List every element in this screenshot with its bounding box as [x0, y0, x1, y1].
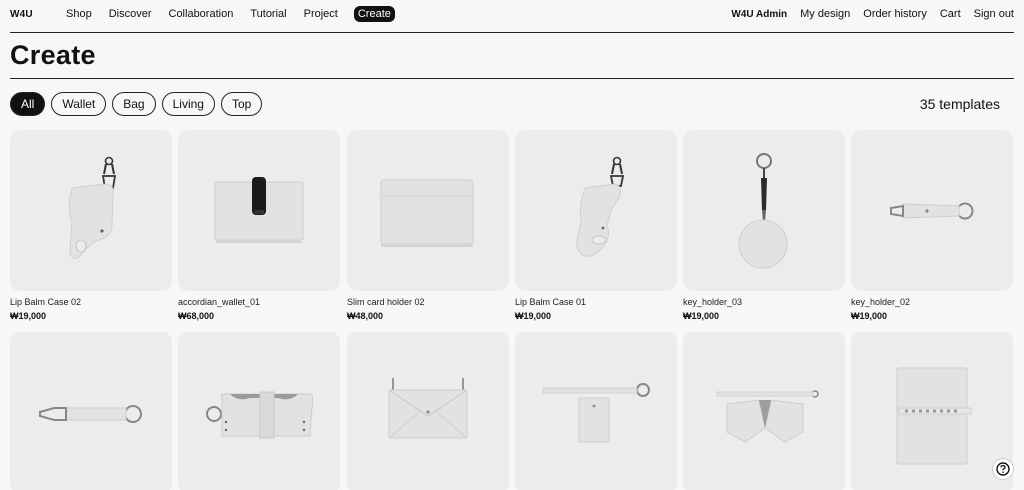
- notebook-cover-icon: [896, 367, 972, 465]
- product-name[interactable]: Lip Balm Case 02: [10, 297, 172, 309]
- top-nav: W4U Shop Discover Collaboration Tutorial…: [0, 0, 1024, 30]
- nav-order-history[interactable]: Order history: [863, 6, 927, 22]
- title-divider: [10, 78, 1014, 79]
- nav-project[interactable]: Project: [304, 6, 338, 22]
- product-thumbnail[interactable]: [347, 332, 509, 490]
- product-name[interactable]: key_holder_02: [851, 297, 1013, 309]
- product-thumbnail[interactable]: [347, 130, 509, 291]
- product-name[interactable]: accordian_wallet_01: [178, 297, 340, 309]
- nav-collaboration[interactable]: Collaboration: [169, 6, 234, 22]
- nav-tutorial[interactable]: Tutorial: [250, 6, 286, 22]
- buckle-case-icon: [206, 391, 314, 439]
- product-price: ₩19,000: [515, 311, 552, 321]
- product-thumbnail[interactable]: [10, 130, 172, 291]
- header-divider: [10, 32, 1014, 33]
- product-thumbnail[interactable]: [515, 332, 677, 490]
- strap-key-holder-icon: [890, 202, 974, 220]
- product-card[interactable]: key_holder_03 ₩19,000: [683, 130, 845, 321]
- product-price: ₩68,000: [178, 311, 215, 321]
- filter-wallet[interactable]: Wallet: [51, 92, 107, 116]
- product-thumbnail[interactable]: [10, 332, 172, 490]
- product-thumbnail[interactable]: [178, 130, 340, 291]
- filter-all[interactable]: All: [10, 92, 46, 116]
- product-price: ₩48,000: [347, 311, 384, 321]
- nav-my-design[interactable]: My design: [800, 6, 850, 22]
- product-card[interactable]: Lip Balm Case 01 ₩19,000: [515, 130, 677, 321]
- nav-admin[interactable]: W4U Admin: [731, 6, 787, 22]
- strap-card-case-icon: [542, 383, 650, 443]
- product-price: ₩19,000: [851, 311, 888, 321]
- product-price: ₩19,000: [683, 311, 720, 321]
- product-card[interactable]: [10, 332, 172, 490]
- nav-create[interactable]: Create: [353, 6, 395, 22]
- template-count: 35 templates: [919, 96, 1000, 112]
- lip-balm-case-icon: [576, 156, 625, 257]
- product-name[interactable]: Lip Balm Case 01: [515, 297, 677, 309]
- product-thumbnail[interactable]: [851, 332, 1013, 490]
- product-card[interactable]: [178, 332, 340, 490]
- nav-cart[interactable]: Cart: [940, 6, 961, 22]
- product-card[interactable]: Lip Balm Case 02 ₩19,000: [10, 130, 172, 321]
- product-name[interactable]: key_holder_03: [683, 297, 845, 309]
- category-filters: All Wallet Bag Living Top: [10, 92, 268, 116]
- help-button[interactable]: [992, 458, 1014, 480]
- brand-logo[interactable]: W4U: [10, 9, 33, 20]
- product-card[interactable]: [515, 332, 677, 490]
- lip-balm-case-icon: [68, 156, 117, 259]
- folded-bag-icon: [716, 390, 819, 443]
- question-circle-icon: [996, 462, 1010, 476]
- accordion-wallet-icon: [214, 177, 304, 243]
- page-title: Create: [10, 40, 96, 70]
- round-key-holder-icon: [738, 153, 788, 269]
- nav-shop[interactable]: Shop: [66, 6, 92, 22]
- envelope-bag-icon: [388, 378, 468, 439]
- nav-discover[interactable]: Discover: [109, 6, 152, 22]
- product-thumbnail[interactable]: [851, 130, 1013, 291]
- product-card[interactable]: key_holder_02 ₩19,000: [851, 130, 1013, 321]
- product-card[interactable]: Slim card holder 02 ₩48,000: [347, 130, 509, 321]
- product-card[interactable]: accordian_wallet_01 ₩68,000: [178, 130, 340, 321]
- filter-top[interactable]: Top: [220, 92, 263, 116]
- nav-sign-out[interactable]: Sign out: [974, 6, 1014, 22]
- product-thumbnail[interactable]: [178, 332, 340, 490]
- product-card[interactable]: [683, 332, 845, 490]
- card-holder-icon: [380, 179, 474, 247]
- main-nav: Shop Discover Collaboration Tutorial Pro…: [66, 6, 412, 22]
- filter-living[interactable]: Living: [161, 92, 215, 116]
- product-thumbnail[interactable]: [683, 332, 845, 490]
- filter-bag[interactable]: Bag: [112, 92, 156, 116]
- product-card[interactable]: [851, 332, 1013, 490]
- long-key-strap-icon: [39, 405, 142, 423]
- product-thumbnail[interactable]: [515, 130, 677, 291]
- product-card[interactable]: [347, 332, 509, 490]
- account-nav: W4U Admin My design Order history Cart S…: [718, 6, 1014, 22]
- product-thumbnail[interactable]: [683, 130, 845, 291]
- product-price: ₩19,000: [10, 311, 47, 321]
- product-name[interactable]: Slim card holder 02: [347, 297, 509, 309]
